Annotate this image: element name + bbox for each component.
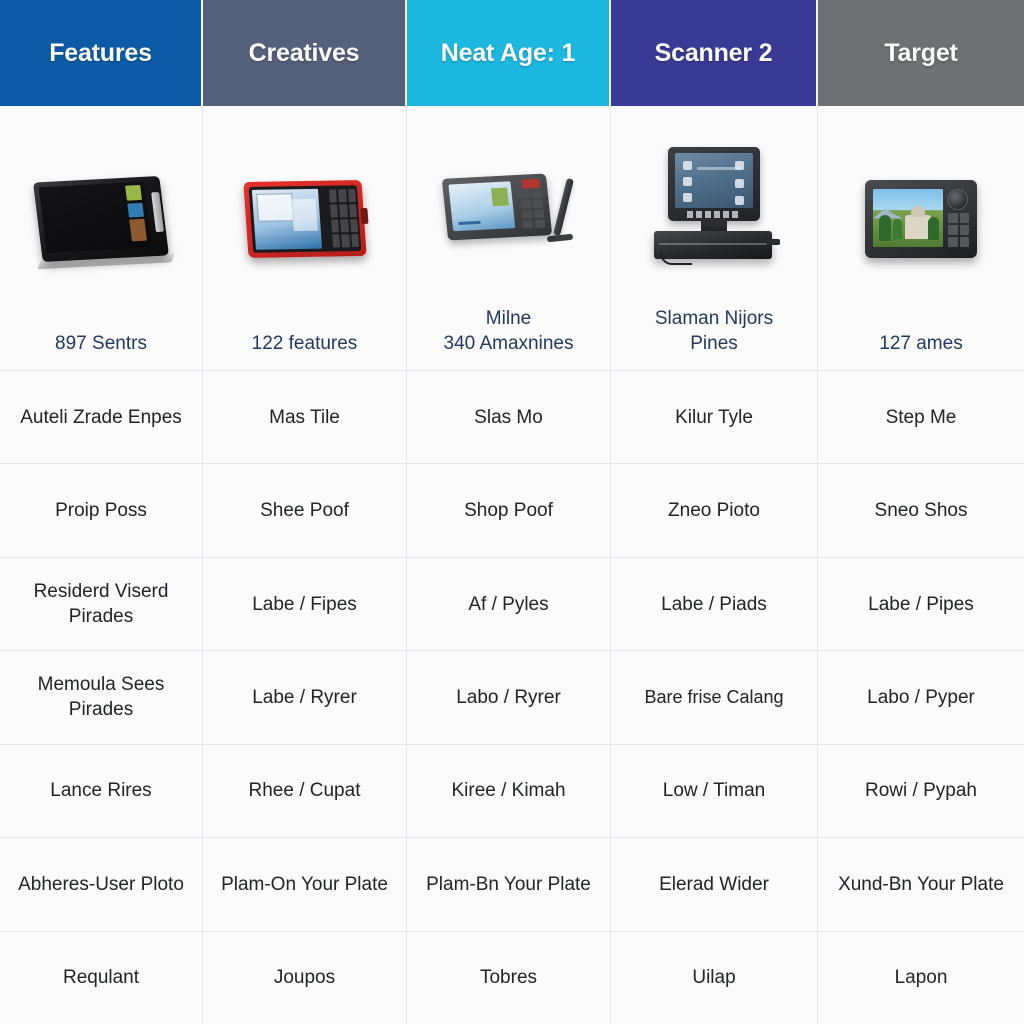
table-cell[interactable]: Lance Rires bbox=[0, 744, 203, 838]
table-cell[interactable]: Labo / Pyper bbox=[818, 651, 1024, 744]
column-header-creatives[interactable]: Creatives bbox=[203, 0, 407, 106]
column-header-target[interactable]: Target bbox=[818, 0, 1024, 106]
table-cell[interactable]: Auteli Zrade Enpes bbox=[0, 371, 203, 464]
product-caption: 897 Sentrs bbox=[55, 333, 147, 354]
table-row: Residerd Viserd Pirades Labe / Fipes Af … bbox=[0, 557, 1024, 652]
table-cell[interactable]: Requlant bbox=[0, 931, 203, 1024]
product-image-wrapper bbox=[611, 106, 817, 306]
product-cell-2[interactable]: 122 features bbox=[203, 106, 407, 370]
column-header-label: Neat Age: 1 bbox=[440, 38, 576, 67]
table-cell[interactable]: Abheres-User Ploto bbox=[0, 838, 203, 931]
tablet-black-widescreen-image bbox=[33, 175, 176, 269]
table-cell[interactable]: Step Me bbox=[818, 371, 1024, 464]
table-cell[interactable]: Shee Poof bbox=[203, 464, 407, 557]
table-cell[interactable]: Rowi / Pypah bbox=[818, 744, 1024, 838]
scanner-photo-display-image bbox=[865, 179, 977, 258]
table-cell[interactable]: Xund-Bn Your Plate bbox=[818, 838, 1024, 931]
column-header-label: Features bbox=[49, 38, 152, 67]
table-row: Proip Poss Shee Poof Shop Poof Zneo Piot… bbox=[0, 464, 1024, 558]
table-cell[interactable]: Labe / Ryrer bbox=[203, 651, 407, 744]
table-cell[interactable]: Rhee / Cupat bbox=[203, 744, 407, 838]
table-cell[interactable]: Proip Poss bbox=[0, 464, 203, 557]
product-cell-4[interactable]: Slaman Nijors Pines bbox=[611, 106, 818, 370]
column-header-label: Target bbox=[884, 38, 958, 67]
table-cell[interactable]: Plam-On Your Plate bbox=[203, 838, 407, 931]
table-cell[interactable]: Labe / Fipes bbox=[203, 557, 407, 651]
pos-terminal-monitor-image bbox=[654, 147, 780, 265]
table-cell[interactable]: Labo / Ryrer bbox=[407, 651, 611, 744]
table-row: Lance Rires Rhee / Cupat Kiree / Kimah L… bbox=[0, 744, 1024, 839]
product-cell-1[interactable]: 897 Sentrs bbox=[0, 106, 203, 370]
product-image-wrapper bbox=[818, 106, 1024, 331]
column-header-neat-age[interactable]: Neat Age: 1 bbox=[407, 0, 611, 106]
table-cell[interactable]: Lapon bbox=[818, 931, 1024, 1024]
table-cell[interactable]: Elerad Wider bbox=[611, 838, 818, 931]
product-cell-5[interactable]: 127 ames bbox=[818, 106, 1024, 370]
product-image-wrapper bbox=[203, 106, 406, 331]
product-image-wrapper bbox=[407, 106, 610, 306]
product-image-wrapper bbox=[0, 106, 202, 331]
column-header-scanner-2[interactable]: Scanner 2 bbox=[611, 0, 818, 106]
scanner-red-bezel-image bbox=[242, 179, 368, 258]
column-header-label: Creatives bbox=[248, 38, 360, 67]
table-cell[interactable]: Plam-Bn Your Plate bbox=[407, 838, 611, 931]
table-cell[interactable]: Shop Poof bbox=[407, 464, 611, 557]
table-header-row: Features Creatives Neat Age: 1 Scanner 2… bbox=[0, 0, 1024, 106]
product-image-row: 897 Sentrs 122 features Milne 340 Amaxni… bbox=[0, 106, 1024, 371]
table-row: Auteli Zrade Enpes Mas Tile Slas Mo Kilu… bbox=[0, 371, 1024, 465]
product-caption: 127 ames bbox=[879, 333, 963, 354]
table-row: Memoula Sees Pirades Labe / Ryrer Labo /… bbox=[0, 651, 1024, 745]
scanner-grey-stand-image bbox=[441, 170, 574, 243]
table-cell[interactable]: Low / Timan bbox=[611, 744, 818, 838]
table-cell[interactable]: Sneo Shos bbox=[818, 464, 1024, 557]
table-cell[interactable]: Tobres bbox=[407, 931, 611, 1024]
table-cell[interactable]: Labe / Piads bbox=[611, 557, 818, 651]
table-cell[interactable]: Memoula Sees Pirades bbox=[0, 651, 203, 744]
column-header-features[interactable]: Features bbox=[0, 0, 203, 106]
comparison-table: Features Creatives Neat Age: 1 Scanner 2… bbox=[0, 0, 1024, 1024]
table-cell[interactable]: Residerd Viserd Pirades bbox=[0, 557, 203, 651]
column-header-label: Scanner 2 bbox=[654, 38, 773, 67]
product-caption: Milne 340 Amaxnines bbox=[443, 308, 574, 354]
table-cell[interactable]: Bare frise Calang bbox=[611, 651, 818, 744]
table-cell[interactable]: Kilur Tyle bbox=[611, 371, 818, 464]
table-cell[interactable]: Af / Pyles bbox=[407, 557, 611, 651]
table-cell[interactable]: Kiree / Kimah bbox=[407, 744, 611, 838]
product-caption: 122 features bbox=[251, 333, 358, 354]
table-cell[interactable]: Mas Tile bbox=[203, 371, 407, 464]
table-cell[interactable]: Zneo Pioto bbox=[611, 464, 818, 557]
product-cell-3[interactable]: Milne 340 Amaxnines bbox=[407, 106, 611, 370]
table-row: Requlant Joupos Tobres Uilap Lapon bbox=[0, 931, 1024, 1024]
table-cell[interactable]: Slas Mo bbox=[407, 371, 611, 464]
table-cell[interactable]: Joupos bbox=[203, 931, 407, 1024]
table-cell[interactable]: Labe / Pipes bbox=[818, 557, 1024, 651]
product-caption: Slaman Nijors Pines bbox=[654, 308, 774, 354]
table-row: Abheres-User Ploto Plam-On Your Plate Pl… bbox=[0, 838, 1024, 932]
table-cell[interactable]: Uilap bbox=[611, 931, 818, 1024]
